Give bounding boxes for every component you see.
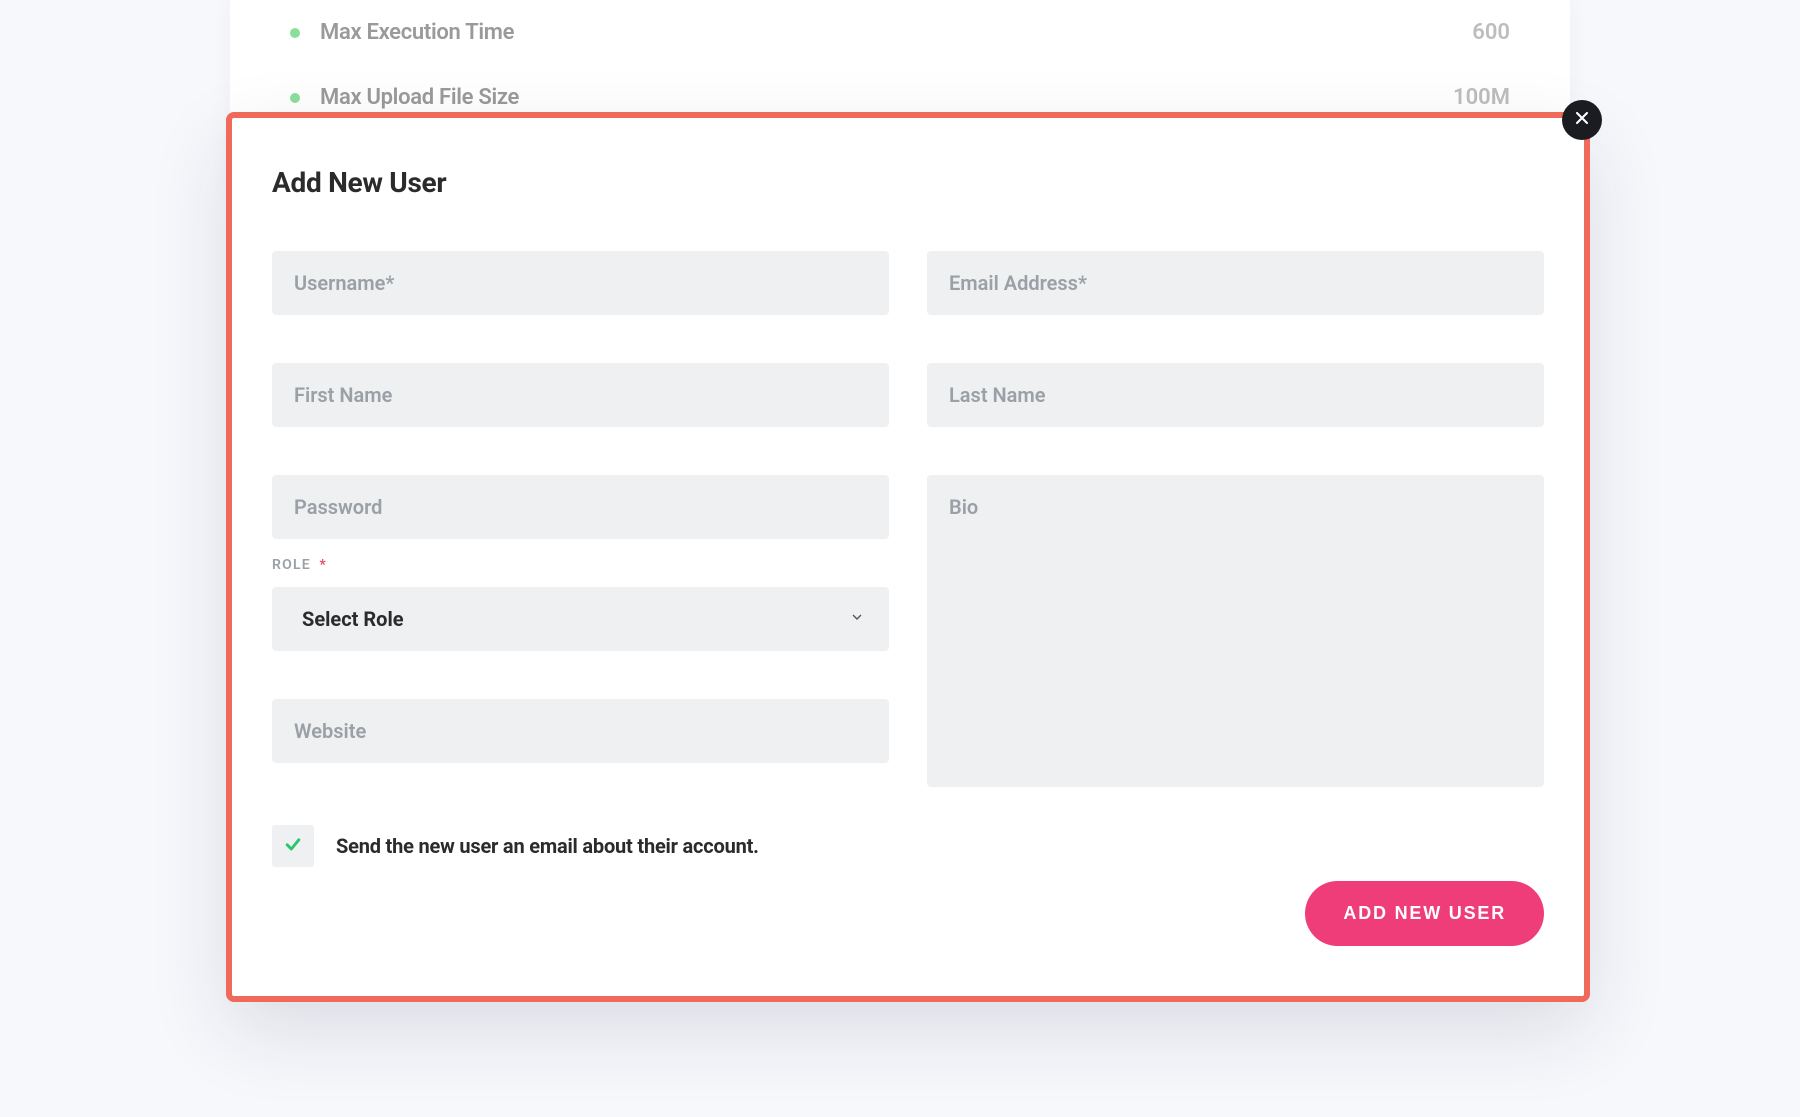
required-mark: * bbox=[320, 557, 327, 573]
settings-row: Max Execution Time 600 bbox=[290, 0, 1510, 65]
form-column-right bbox=[927, 251, 1544, 787]
send-email-checkbox[interactable] bbox=[272, 825, 314, 867]
role-select-wrap: Select Role bbox=[272, 587, 889, 651]
send-email-row: Send the new user an email about their a… bbox=[272, 825, 1544, 867]
modal-title: Add New User bbox=[272, 166, 1544, 199]
form-column-left: ROLE * Select Role bbox=[272, 251, 889, 787]
first-name-input[interactable] bbox=[272, 363, 889, 427]
role-select[interactable]: Select Role bbox=[272, 587, 889, 651]
settings-label: Max Execution Time bbox=[320, 20, 1472, 45]
status-dot-icon bbox=[290, 93, 300, 103]
username-input[interactable] bbox=[272, 251, 889, 315]
settings-label: Max Upload File Size bbox=[320, 85, 1453, 110]
add-user-modal: Add New User ROLE * Select Role bbox=[226, 112, 1590, 1002]
email-input[interactable] bbox=[927, 251, 1544, 315]
settings-value: 100M bbox=[1453, 85, 1510, 110]
send-email-label: Send the new user an email about their a… bbox=[336, 834, 759, 858]
check-icon bbox=[283, 834, 303, 858]
role-label-text: ROLE bbox=[272, 557, 311, 573]
website-input[interactable] bbox=[272, 699, 889, 763]
add-new-user-button[interactable]: ADD NEW USER bbox=[1305, 881, 1544, 946]
last-name-input[interactable] bbox=[927, 363, 1544, 427]
password-input[interactable] bbox=[272, 475, 889, 539]
close-button[interactable] bbox=[1562, 100, 1602, 140]
status-dot-icon bbox=[290, 28, 300, 38]
submit-row: ADD NEW USER bbox=[272, 881, 1544, 946]
settings-value: 600 bbox=[1472, 20, 1510, 45]
role-label: ROLE * bbox=[272, 557, 889, 573]
close-icon bbox=[1572, 108, 1592, 132]
form-grid: ROLE * Select Role bbox=[272, 251, 1544, 787]
bio-textarea[interactable] bbox=[927, 475, 1544, 787]
